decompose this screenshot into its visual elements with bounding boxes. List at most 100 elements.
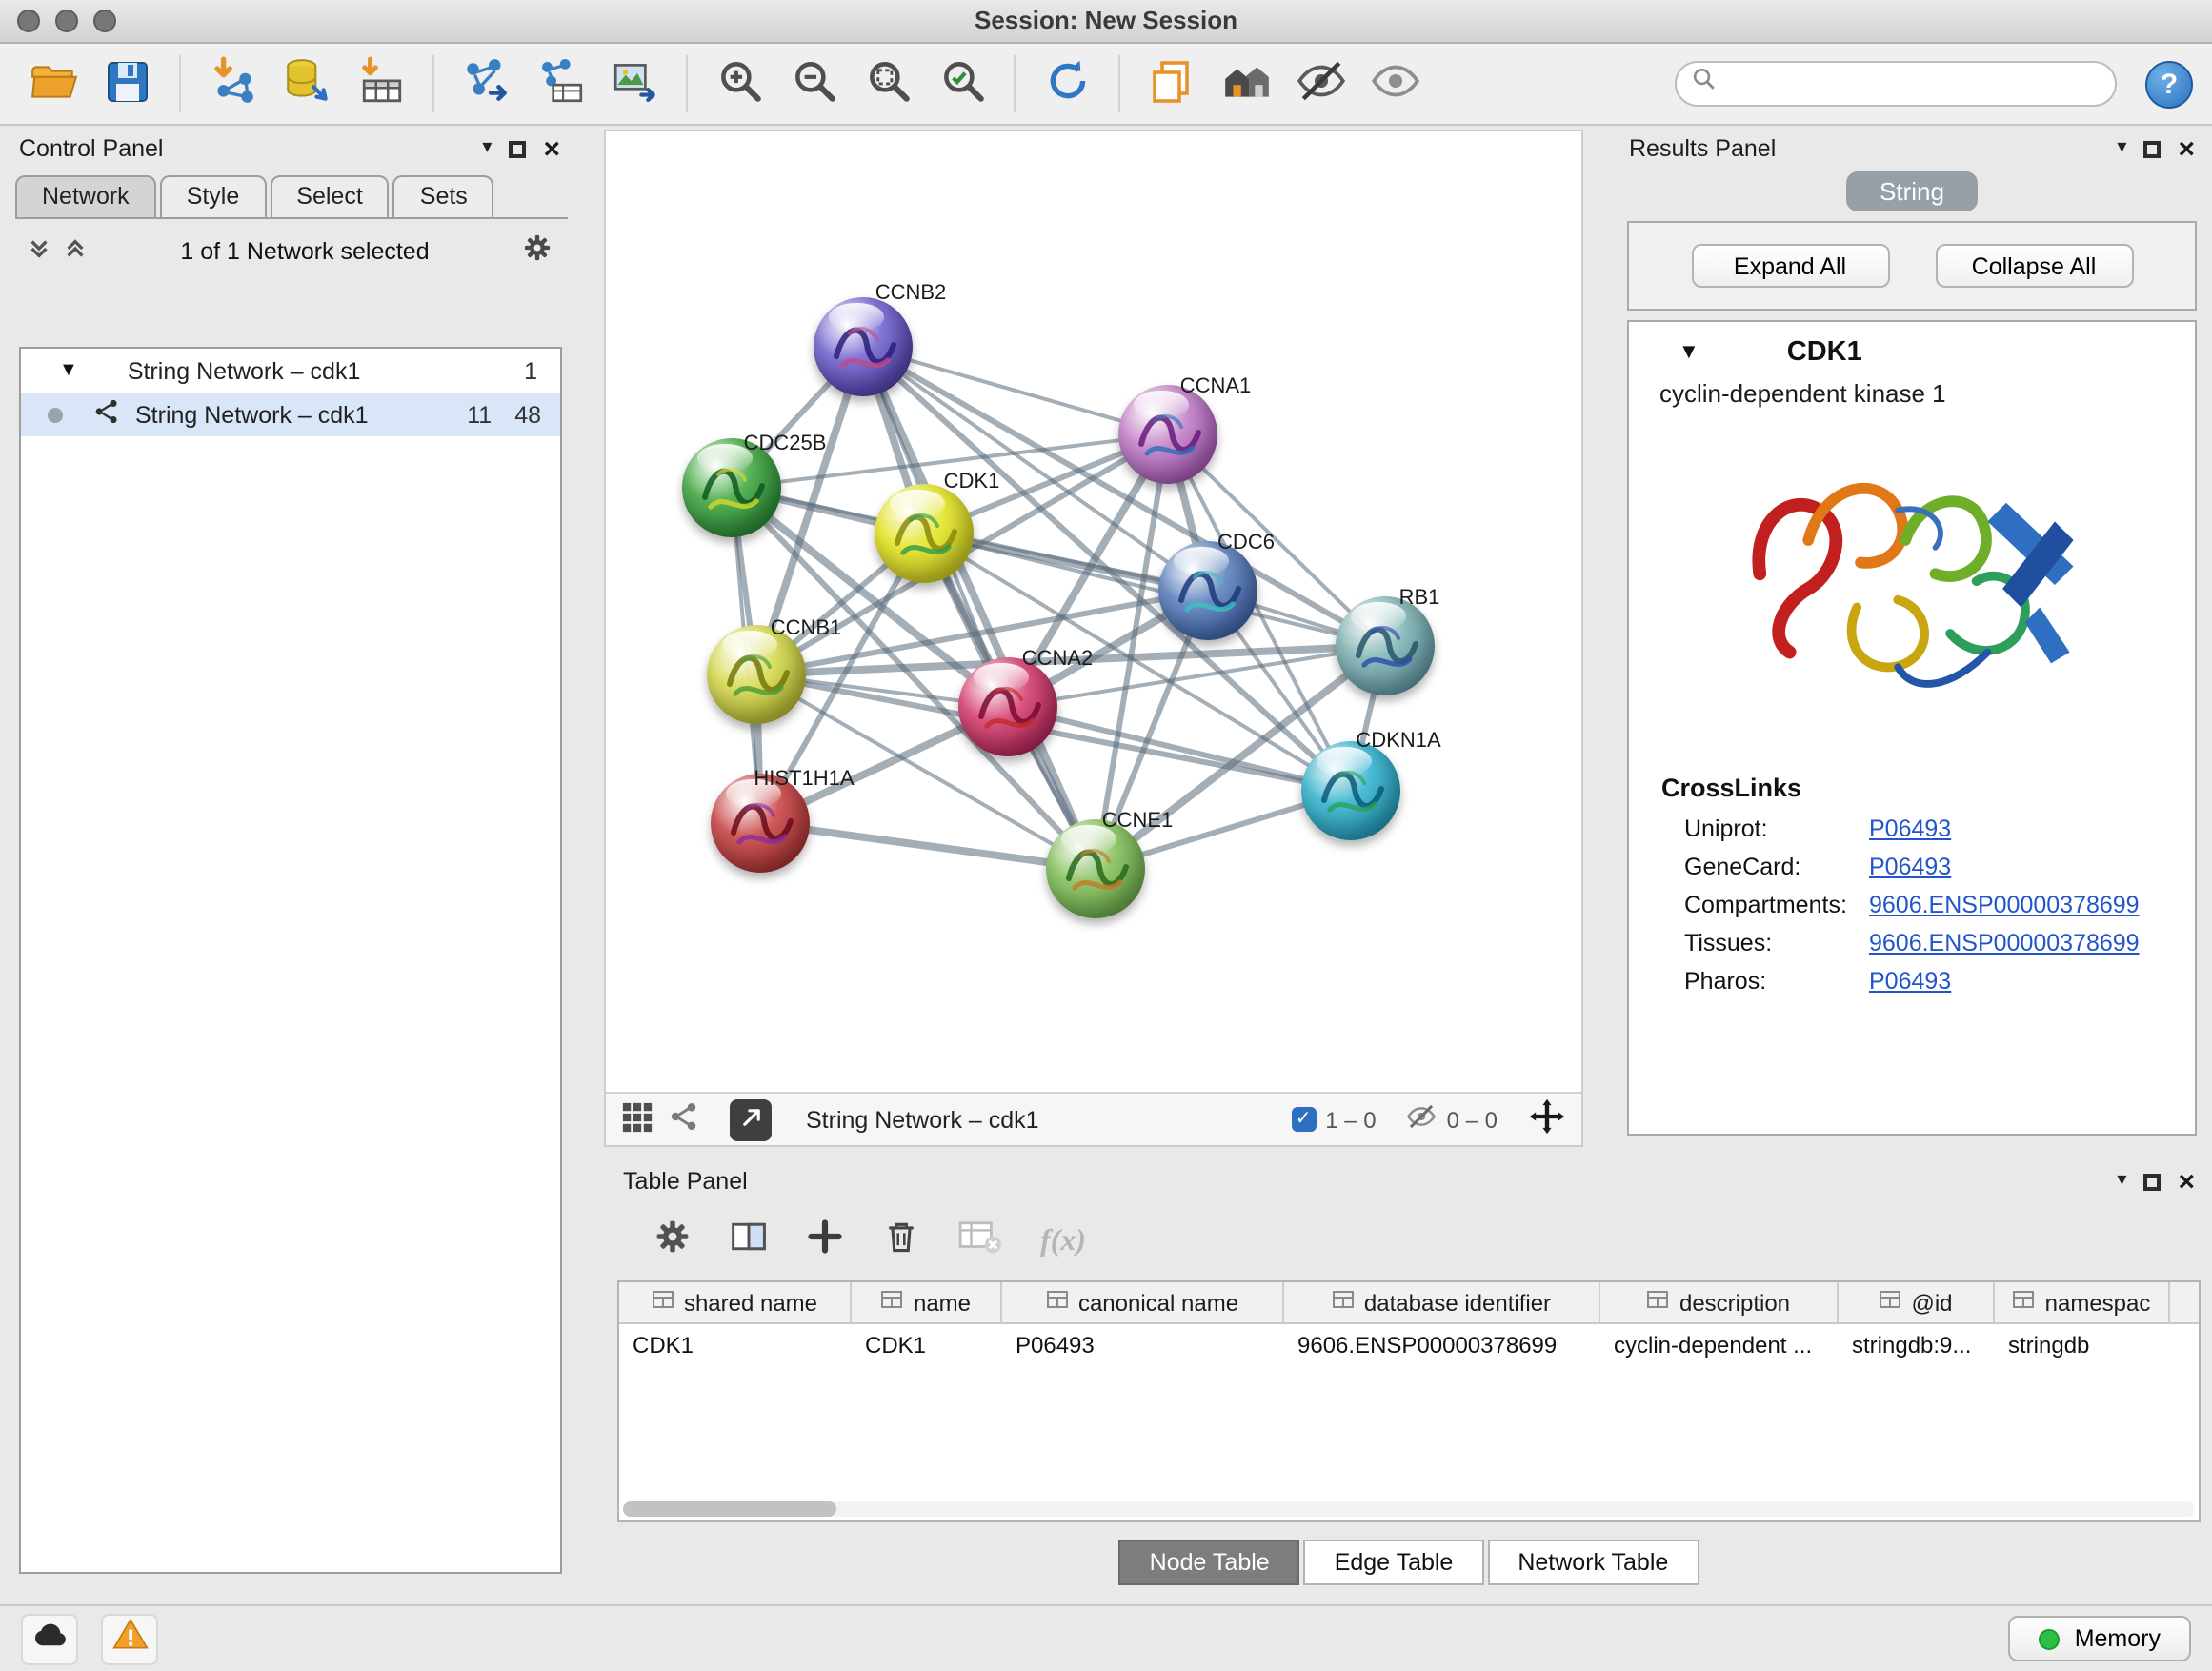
close-window-button[interactable] — [17, 10, 40, 32]
close-panel-icon[interactable]: × — [2178, 134, 2195, 163]
show-columns-icon[interactable] — [730, 1218, 768, 1265]
column-header-database-identifier[interactable]: database identifier — [1284, 1282, 1600, 1322]
column-header-shared-name[interactable]: shared name — [619, 1282, 852, 1322]
table-row[interactable]: CDK1CDK1P064939606.ENSP00000378699cyclin… — [619, 1324, 2199, 1366]
node-label-CCNB1: CCNB1 — [771, 617, 842, 640]
network-edge[interactable] — [863, 347, 1096, 869]
import-network-icon — [207, 55, 258, 112]
network-node-CDC6[interactable] — [1158, 541, 1257, 640]
zoom-window-button[interactable] — [93, 10, 116, 32]
table-cell: P06493 — [1002, 1324, 1284, 1366]
network-node-CCNA2[interactable] — [958, 657, 1057, 756]
tab-edge-table[interactable]: Edge Table — [1304, 1540, 1484, 1585]
scrollbar-thumb[interactable] — [623, 1501, 836, 1517]
memory-button[interactable]: Memory — [2008, 1616, 2191, 1661]
refresh-network-button[interactable] — [1033, 50, 1101, 118]
eye-slash-button[interactable] — [1286, 50, 1355, 118]
delete-column-trash-icon[interactable] — [882, 1218, 920, 1265]
zoom-out-icon — [788, 55, 839, 112]
selected-checkbox-icon[interactable]: ✓ — [1291, 1107, 1316, 1132]
main-toolbar: ? — [0, 44, 2212, 126]
zoom-out-button[interactable] — [779, 50, 848, 118]
crosslink-label: Uniprot: — [1684, 815, 1869, 842]
collapse-panel-icon[interactable]: ▾ — [482, 139, 492, 158]
export-network-button[interactable] — [452, 50, 520, 118]
zoom-in-button[interactable] — [705, 50, 774, 118]
birds-eye-view-button[interactable] — [621, 1100, 654, 1138]
network-view-toolbar: String Network – cdk1 ✓ 1 – 0 0 – 0 — [606, 1092, 1581, 1145]
copy-document-button[interactable] — [1137, 50, 1206, 118]
network-node-CCNA1[interactable] — [1118, 385, 1217, 484]
network-node-CCNB2[interactable] — [814, 297, 913, 396]
column-header-canonical-name[interactable]: canonical name — [1002, 1282, 1284, 1322]
zoom-in-icon — [714, 55, 765, 112]
close-panel-icon[interactable]: × — [543, 134, 560, 163]
import-table-button[interactable] — [347, 50, 415, 118]
tab-network[interactable]: Network — [15, 175, 156, 217]
network-collection-row[interactable]: ▼ String Network – cdk1 1 — [21, 349, 560, 393]
crosslink-value-link[interactable]: P06493 — [1869, 968, 1951, 995]
refresh-icon — [1041, 55, 1093, 112]
crosslink-value-link[interactable]: P06493 — [1869, 854, 1951, 880]
tree-expander-icon[interactable]: ▼ — [59, 360, 78, 381]
column-header-description[interactable]: description — [1600, 1282, 1839, 1322]
eye-button[interactable] — [1360, 50, 1429, 118]
export-image-button[interactable] — [600, 50, 669, 118]
network-row-selected[interactable]: String Network – cdk1 11 48 — [21, 393, 560, 436]
column-header-name[interactable]: name — [852, 1282, 1002, 1322]
import-network-database-button[interactable] — [272, 50, 341, 118]
gear-icon[interactable] — [522, 232, 553, 269]
add-column-icon[interactable] — [806, 1218, 844, 1265]
tab-network-table[interactable]: Network Table — [1487, 1540, 1699, 1585]
column-header--id[interactable]: @id — [1839, 1282, 1995, 1322]
save-session-button[interactable] — [93, 50, 162, 118]
tab-style[interactable]: Style — [160, 175, 267, 217]
collapse-panel-icon[interactable]: ▾ — [2117, 1172, 2126, 1191]
open-in-new-icon — [738, 1104, 763, 1135]
node-label-CCNE1: CCNE1 — [1102, 810, 1174, 833]
crosslink-value-link[interactable]: 9606.ENSP00000378699 — [1869, 892, 2140, 918]
open-in-new-window-button[interactable] — [730, 1098, 772, 1140]
home-button[interactable] — [1212, 50, 1280, 118]
section-expander-icon[interactable]: ▼ — [1679, 341, 1699, 364]
control-panel: Control Panel ▾ × NetworkStyleSelectSets… — [11, 130, 568, 1581]
network-canvas[interactable]: CCNB2CCNA1CDC25BCDK1CDC6RB1CCNB1CCNA2CDK… — [606, 131, 1581, 1092]
table-settings-gear-icon[interactable] — [654, 1218, 692, 1265]
tab-node-table[interactable]: Node Table — [1119, 1540, 1300, 1585]
open-session-button[interactable] — [19, 50, 88, 118]
crosslink-value-link[interactable]: 9606.ENSP00000378699 — [1869, 930, 2140, 956]
minimize-window-button[interactable] — [55, 10, 78, 32]
float-panel-icon[interactable] — [2143, 1173, 2161, 1190]
float-panel-icon[interactable] — [509, 140, 526, 157]
zoom-selected-button[interactable] — [928, 50, 996, 118]
network-node-CDKN1A[interactable] — [1301, 741, 1400, 840]
collapse-all-tree-icon[interactable] — [63, 235, 88, 266]
warnings-button[interactable] — [101, 1613, 158, 1664]
collapse-panel-icon[interactable]: ▾ — [2117, 139, 2126, 158]
network-node-RB1[interactable] — [1336, 596, 1435, 695]
close-panel-icon[interactable]: × — [2178, 1167, 2195, 1196]
import-network-file-button[interactable] — [198, 50, 267, 118]
tab-select[interactable]: Select — [270, 175, 390, 217]
float-panel-icon[interactable] — [2143, 140, 2161, 157]
column-header-namespac[interactable]: namespac — [1995, 1282, 2170, 1322]
zoom-selected-icon — [936, 55, 988, 112]
gene-section-header[interactable]: ▼ CDK1 — [1629, 322, 2195, 372]
tab-string[interactable]: String — [1845, 171, 1979, 211]
network-view-title: String Network – cdk1 — [787, 1106, 1276, 1133]
network-share-button[interactable] — [669, 1101, 699, 1137]
protein-structure-image — [1629, 423, 2195, 751]
expand-all-button[interactable]: Expand All — [1691, 244, 1889, 288]
crosslink-value-link[interactable]: P06493 — [1869, 815, 1951, 842]
network-node-CCNE1[interactable] — [1046, 819, 1145, 918]
expand-all-tree-icon[interactable] — [27, 235, 51, 266]
fit-content-button[interactable] — [1528, 1097, 1566, 1141]
cloud-status-button[interactable] — [21, 1613, 78, 1664]
collapse-all-button[interactable]: Collapse All — [1935, 244, 2133, 288]
zoom-fit-button[interactable] — [854, 50, 922, 118]
network-node-CDK1[interactable] — [875, 484, 974, 583]
help-button[interactable]: ? — [2145, 60, 2193, 108]
export-table-button[interactable] — [526, 50, 594, 118]
tab-sets[interactable]: Sets — [393, 175, 494, 217]
search-input[interactable] — [1726, 69, 2100, 99]
